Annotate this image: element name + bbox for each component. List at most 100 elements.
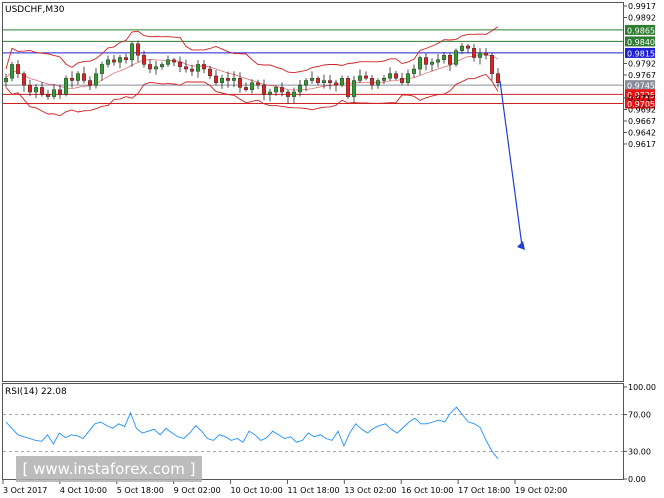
candle-body <box>28 84 33 93</box>
candle-body <box>40 87 45 95</box>
candle-body <box>111 59 116 63</box>
candle-body <box>370 78 375 86</box>
candle-body <box>34 87 39 93</box>
candle-body <box>22 73 27 86</box>
price-pane <box>2 2 624 382</box>
candle-body <box>328 80 333 84</box>
candle-body <box>322 80 327 84</box>
candle-body <box>472 48 477 58</box>
candle-body <box>81 73 86 81</box>
candle-body <box>195 64 200 72</box>
time-tick-label: 16 Oct 10:00 <box>401 486 453 495</box>
watermark: [ www.instaforex.com ] <box>23 460 196 478</box>
time-tick-label: 5 Oct 18:00 <box>117 486 164 495</box>
candle-body <box>268 91 273 95</box>
candle-body <box>63 78 68 95</box>
candle-body <box>478 52 483 58</box>
level-tag-label: 0.9745 <box>627 82 655 91</box>
price-tick-label: 0.9667 <box>628 117 656 126</box>
candle-body <box>3 78 8 83</box>
price-tick-label: 0.9917 <box>628 2 656 11</box>
price-tick-label: 0.9892 <box>628 14 656 23</box>
candle-body <box>46 94 51 97</box>
candle-body <box>448 55 453 65</box>
candle-body <box>237 78 242 88</box>
candle-body <box>394 73 399 79</box>
time-tick-label: 19 Oct 02:00 <box>515 486 567 495</box>
candle-body <box>418 57 423 70</box>
candle-body <box>286 91 291 97</box>
price-tick-label: 0.9717 <box>628 94 656 103</box>
candle-body <box>249 82 254 90</box>
level-tag-label: 0.9865 <box>627 26 655 35</box>
candle-body <box>454 50 459 65</box>
candle-body <box>256 82 261 86</box>
candle-body <box>129 43 134 61</box>
candle-body <box>340 78 345 86</box>
candle-body <box>292 91 297 97</box>
candle-body <box>69 78 74 81</box>
rsi-tick-label: 0.00 <box>628 475 646 484</box>
candle-body <box>135 43 140 56</box>
candle-body <box>189 68 194 72</box>
candle-body <box>280 87 285 93</box>
candle-body <box>231 78 236 81</box>
candle-body <box>225 78 230 81</box>
candle-body <box>466 45 471 49</box>
chart-frame: 0.98650.98400.98150.97450.97250.9705 0.9… <box>2 2 656 495</box>
rsi-tick-label: 30.00 <box>628 447 651 456</box>
price-tick-label: 0.9692 <box>628 106 656 115</box>
candle-body <box>334 82 339 86</box>
candle-body <box>358 75 363 81</box>
candle-body <box>177 61 182 67</box>
candle-body <box>201 64 206 70</box>
candle-body <box>274 87 279 93</box>
candle-body <box>105 59 110 65</box>
candle-body <box>316 78 321 84</box>
candle-body <box>400 78 405 84</box>
candle-body <box>298 84 303 93</box>
rsi-tick-label: 70.00 <box>628 411 651 420</box>
rsi-axis: 100.00 70.00 30.00 0.00 <box>623 383 656 484</box>
candle-body <box>117 57 122 63</box>
candle-body <box>153 66 158 70</box>
candle-body <box>99 64 104 74</box>
price-axis: 0.9917 0.9892 0.9792 0.9767 0.9717 0.9692 0.96… <box>623 2 656 149</box>
candle-body <box>219 78 224 84</box>
time-tick-label: 4 Oct 10:00 <box>60 486 107 495</box>
candle-body <box>346 78 351 97</box>
time-tick-label: 13 Oct 02:00 <box>344 486 396 495</box>
candle-body <box>147 64 152 70</box>
candle-body <box>159 64 164 67</box>
candle-body <box>213 75 218 84</box>
symbol-label: USDCHF,M30 <box>5 5 65 15</box>
time-tick-label: 9 Oct 02:00 <box>174 486 221 495</box>
candle-body <box>436 59 441 63</box>
rsi-tick-label: 100.00 <box>628 383 656 392</box>
candle-body <box>406 73 411 84</box>
price-tick-label: 0.9617 <box>628 140 656 149</box>
candle-body <box>382 78 387 81</box>
candle-body <box>262 84 267 95</box>
candle-body <box>430 61 435 65</box>
candle-body <box>442 55 447 61</box>
candle-body <box>310 78 315 81</box>
candle-body <box>16 64 21 74</box>
candle-body <box>52 89 57 97</box>
candle-body <box>87 80 92 86</box>
candle-body <box>123 57 128 61</box>
candle-body <box>243 87 248 90</box>
candle-body <box>460 45 465 51</box>
time-axis: 3 Oct 2017 4 Oct 10:00 5 Oct 18:00 9 Oct 02… <box>2 480 567 495</box>
rsi-label: RSI(14) 22.08 <box>5 387 67 397</box>
candle-body <box>304 80 309 86</box>
level-tag-label: 0.9815 <box>627 49 655 58</box>
candle-body <box>424 57 429 65</box>
price-tick-label: 0.9642 <box>628 129 656 138</box>
candle-body <box>376 80 381 86</box>
time-tick-label: 10 Oct 10:00 <box>231 486 283 495</box>
candle-body <box>490 55 495 74</box>
candle-body <box>484 52 489 56</box>
candle-body <box>93 73 98 86</box>
candle-body <box>207 68 212 77</box>
